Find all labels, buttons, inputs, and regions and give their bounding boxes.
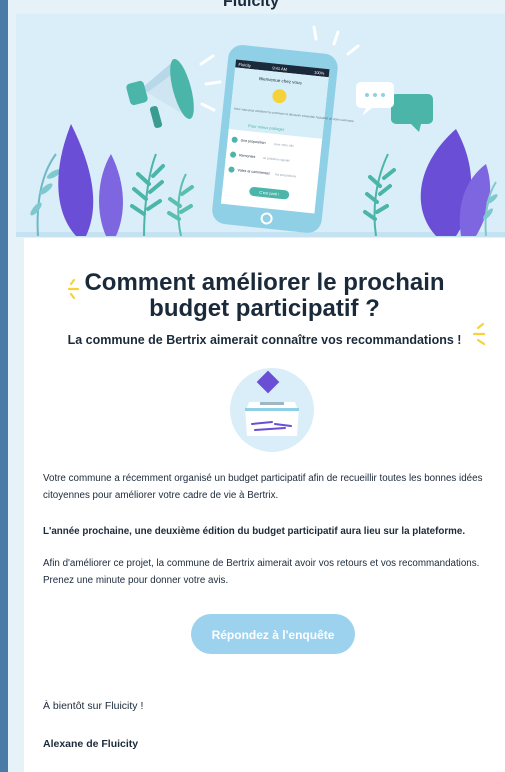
email-frame: Fluicity Fluicity 9:41 AM 100% Bienvenue…: [8, 0, 505, 772]
megaphone-icon: [126, 54, 222, 128]
email-title-line2: budget participatif ?: [149, 295, 380, 322]
signoff-text: À bientôt sur Fluicity !: [43, 700, 144, 712]
email-title: Comment améliorer le prochain budget par…: [24, 270, 505, 322]
email-subtitle: La commune de Bertrix aimerait connaître…: [67, 333, 462, 347]
ballot-box-icon: [230, 368, 314, 452]
sparkle-right-icon: [472, 322, 486, 346]
brand-header: Fluicity: [8, 0, 505, 14]
phone-mockup: Fluicity 9:41 AM 100% Bienvenue chez vou…: [212, 45, 355, 233]
paragraph-request: Afin d'améliorer ce projet, la commune d…: [43, 558, 480, 586]
paragraph-announcement: L'année prochaine, une deuxième édition …: [43, 526, 466, 537]
email-title-line1: Comment améliorer le prochain: [84, 269, 445, 296]
plant-left-icon: [30, 124, 194, 237]
plant-right-icon: [363, 129, 498, 237]
signature-text: Alexane de Fluicity: [43, 738, 139, 750]
survey-button[interactable]: Répondez à l'enquête: [191, 614, 355, 654]
chat-bubble-icon: [356, 82, 433, 132]
brand-name: Fluicity: [223, 0, 280, 10]
hero-svg: Fluicity 9:41 AM 100% Bienvenue chez vou…: [16, 25, 505, 237]
paragraph-intro: Votre commune a récemment organisé un bu…: [43, 473, 483, 501]
hero-illustration: Fluicity 9:41 AM 100% Bienvenue chez vou…: [16, 14, 505, 237]
email-card: Comment améliorer le prochain budget par…: [24, 238, 505, 772]
